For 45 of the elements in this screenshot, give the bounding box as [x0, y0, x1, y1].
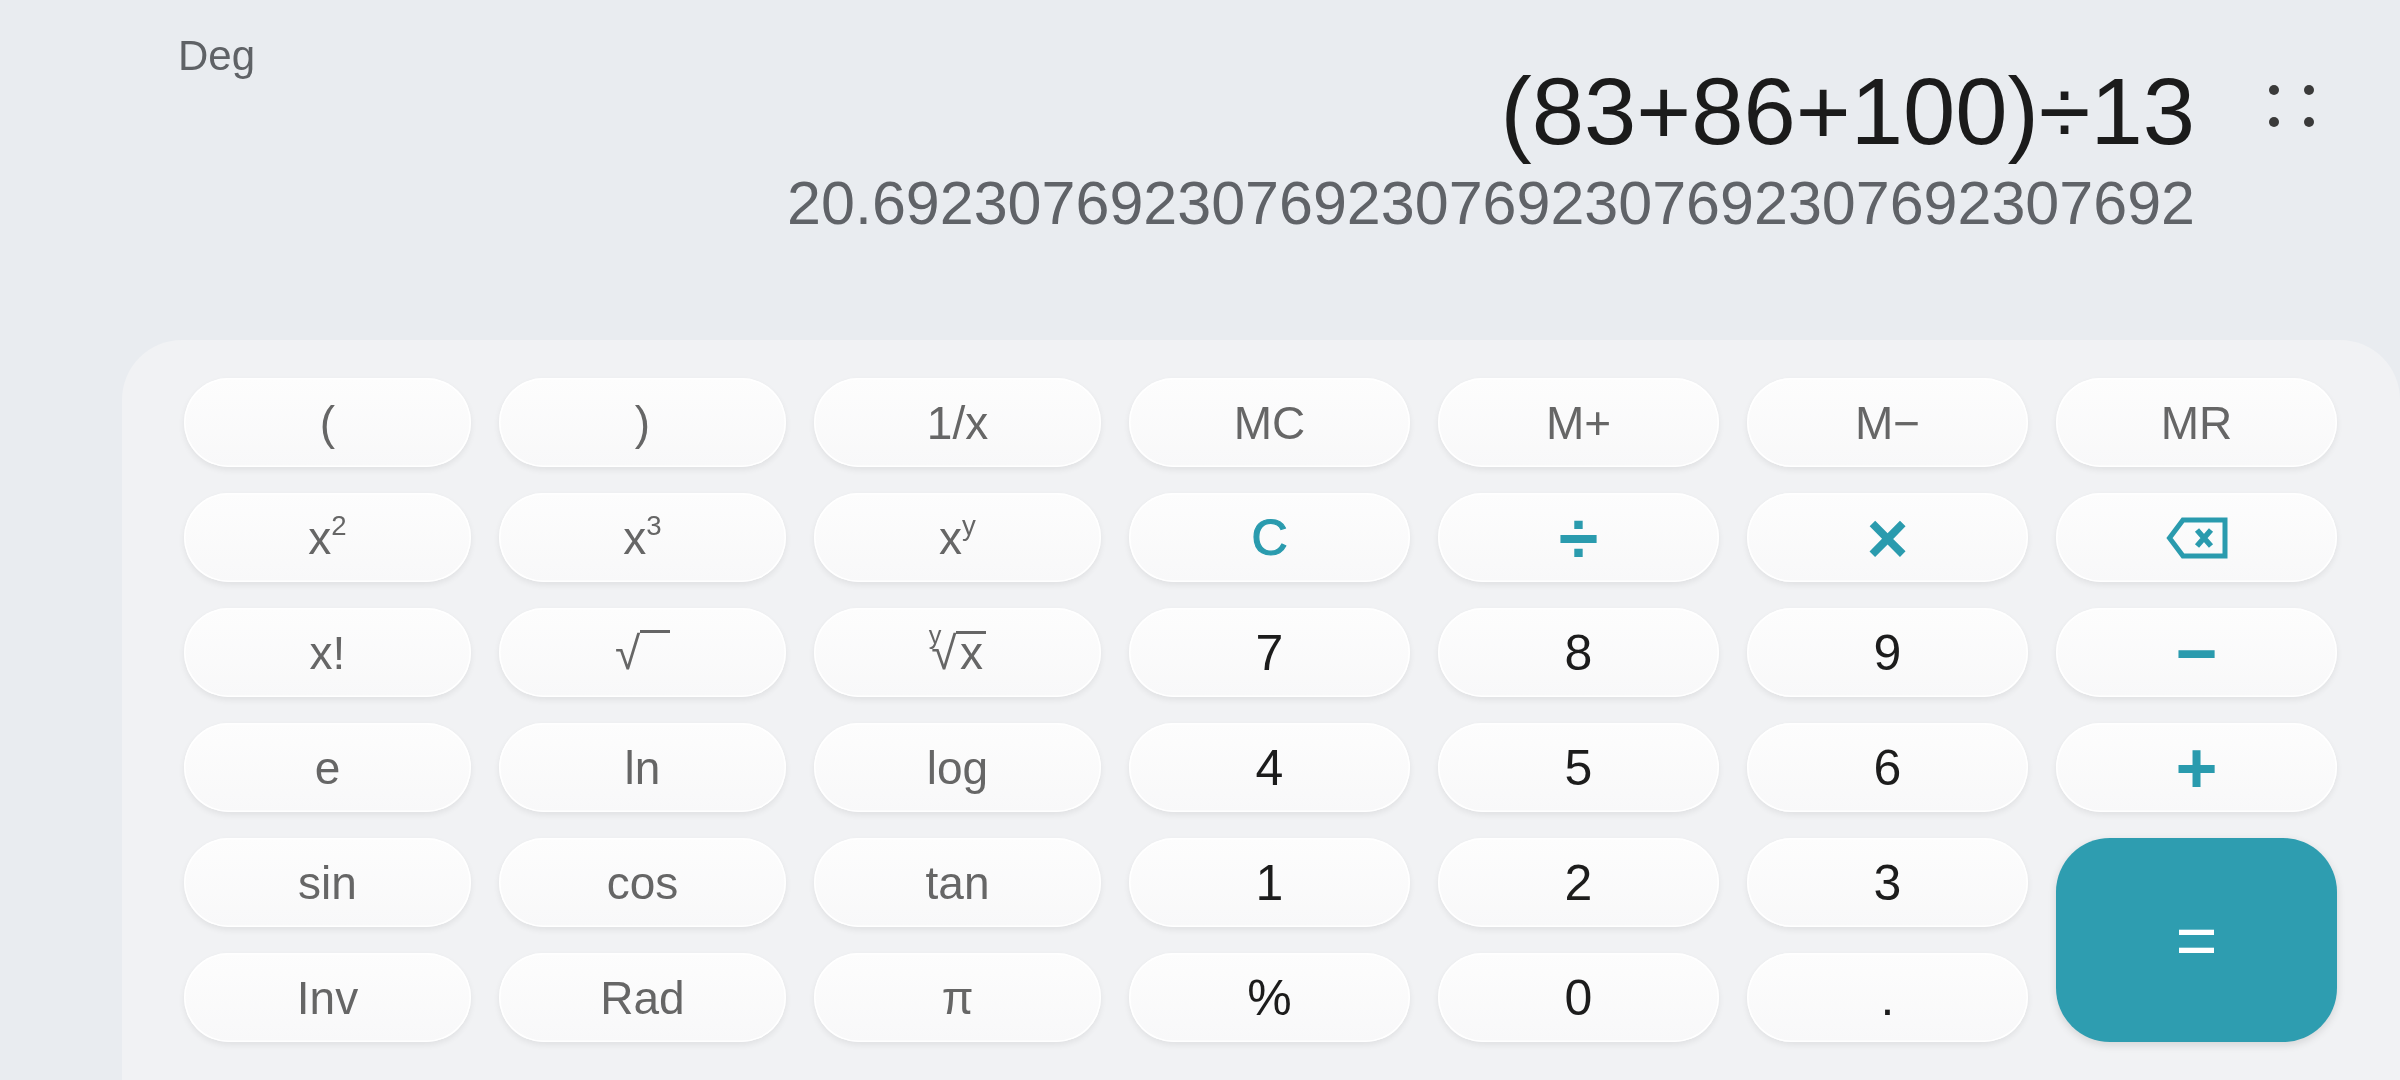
digit-key[interactable]: 5 — [1438, 723, 1719, 812]
digit-key[interactable]: % — [1129, 953, 1410, 1042]
digit-key[interactable]: 8 — [1438, 608, 1719, 697]
function-key[interactable]: ln — [499, 723, 786, 812]
root-key[interactable]: $^{y}$√x — [814, 608, 1101, 697]
digit-key[interactable]: 6 — [1747, 723, 2028, 812]
function-key[interactable]: x! — [184, 608, 471, 697]
backspace-icon — [2165, 516, 2228, 559]
function-key[interactable]: e — [184, 723, 471, 812]
digit-key[interactable]: 4 — [1129, 723, 1410, 812]
function-key[interactable]: log — [814, 723, 1101, 812]
clear-key[interactable]: C — [1129, 493, 1410, 582]
function-key[interactable]: MC — [1129, 378, 1410, 467]
operator-key[interactable]: × — [1747, 493, 2028, 582]
function-key[interactable]: cos — [499, 838, 786, 927]
equals-key[interactable]: = — [2056, 838, 2337, 1042]
digit-key[interactable]: 0 — [1438, 953, 1719, 1042]
function-key[interactable]: ) — [499, 378, 786, 467]
function-key[interactable]: Inv — [184, 953, 471, 1042]
digit-key[interactable]: 2 — [1438, 838, 1719, 927]
function-key[interactable]: 1/x — [814, 378, 1101, 467]
root-key[interactable]: √ — [499, 608, 786, 697]
digit-key[interactable]: . — [1747, 953, 2028, 1042]
function-key[interactable]: MR — [2056, 378, 2337, 467]
function-key[interactable]: x$^{y}$ — [814, 493, 1101, 582]
function-key[interactable]: x$^{3}$ — [499, 493, 786, 582]
function-key[interactable]: Rad — [499, 953, 786, 1042]
function-key[interactable]: x$^{2}$ — [184, 493, 471, 582]
digit-key[interactable]: 3 — [1747, 838, 2028, 927]
operator-key[interactable]: ÷ — [1438, 493, 1719, 582]
angle-mode-label: Deg — [178, 35, 256, 77]
digit-key[interactable]: 1 — [1129, 838, 1410, 927]
function-key[interactable]: π — [814, 953, 1101, 1042]
result-text: 20.692307692307692307692307692307692307692 — [787, 168, 2195, 239]
digit-key[interactable]: 7 — [1129, 608, 1410, 697]
function-key[interactable]: M− — [1747, 378, 2028, 467]
function-key[interactable]: tan — [814, 838, 1101, 927]
function-key[interactable]: M+ — [1438, 378, 1719, 467]
operator-key[interactable]: + — [2056, 723, 2337, 812]
function-key[interactable]: ( — [184, 378, 471, 467]
digit-key[interactable]: 9 — [1747, 608, 2028, 697]
expression-text: (83+86+100)÷13 — [1500, 58, 2195, 166]
function-key[interactable]: sin — [184, 838, 471, 927]
dots-grid-icon[interactable] — [2269, 85, 2314, 127]
operator-key[interactable]: − — [2056, 608, 2337, 697]
